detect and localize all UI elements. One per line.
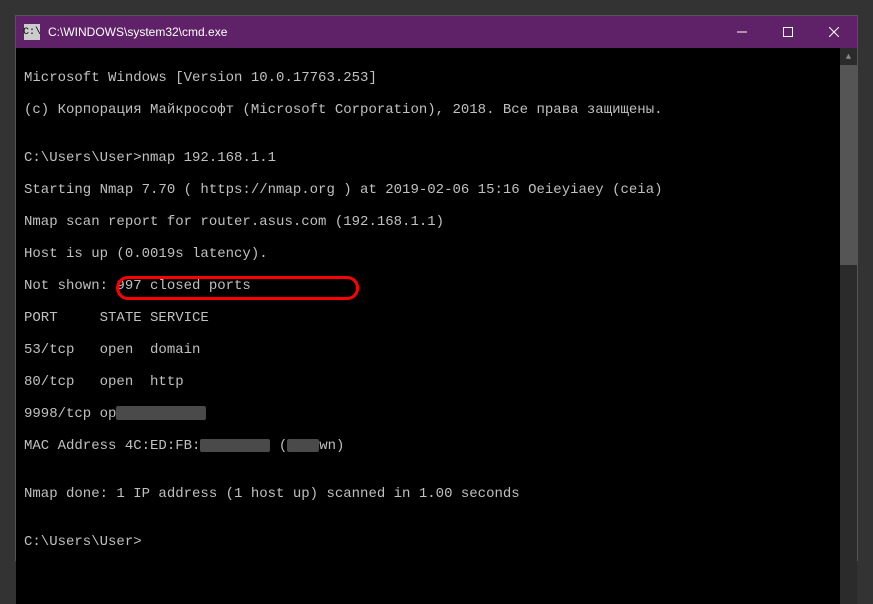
cmd-icon-label: C:\ — [23, 27, 41, 38]
output-line: Starting Nmap 7.70 ( https://nmap.org ) … — [24, 182, 832, 198]
output-line: (c) Корпорация Майкрософт (Microsoft Cor… — [24, 102, 832, 118]
redacted-vendor — [287, 439, 319, 452]
output-line: Nmap done: 1 IP address (1 host up) scan… — [24, 486, 832, 502]
prompt-line: C:\Users\User>nmap 192.168.1.1 — [24, 150, 832, 166]
prompt-prefix: C:\Users\User> — [24, 150, 142, 166]
minimize-button[interactable] — [719, 16, 765, 48]
terminal-output[interactable]: Microsoft Windows [Version 10.0.17763.25… — [16, 48, 840, 604]
mac-address-line: MAC Address 4C:ED:FB: ( wn) — [24, 438, 832, 454]
output-line: PORT STATE SERVICE — [24, 310, 832, 326]
output-line: 9998/tcp op — [24, 406, 832, 422]
scrollbar-thumb[interactable] — [840, 65, 857, 265]
vertical-scrollbar[interactable]: ▲ — [840, 48, 857, 604]
port-line-partial: 9998/tcp op — [24, 406, 116, 422]
maximize-button[interactable] — [765, 16, 811, 48]
cmd-icon: C:\ — [24, 24, 40, 40]
output-line: Microsoft Windows [Version 10.0.17763.25… — [24, 70, 832, 86]
mac-label: MAC Address — [24, 438, 116, 454]
terminal-area: Microsoft Windows [Version 10.0.17763.25… — [16, 48, 857, 604]
scrollbar-up-arrow[interactable]: ▲ — [840, 48, 857, 65]
close-button[interactable] — [811, 16, 857, 48]
output-line: 53/tcp open domain — [24, 342, 832, 358]
prompt-line: C:\Users\User> — [24, 534, 832, 550]
mac-paren-suffix: wn) — [319, 438, 344, 454]
mac-visible: 4C:ED:FB: — [116, 438, 200, 454]
output-line: Host is up (0.0019s latency). — [24, 246, 832, 262]
cmd-window: C:\ C:\WINDOWS\system32\cmd.exe Microsof… — [15, 15, 858, 561]
redacted-mac — [200, 439, 270, 452]
command-text: nmap 192.168.1.1 — [142, 150, 276, 166]
output-line: Nmap scan report for router.asus.com (19… — [24, 214, 832, 230]
output-line: Not shown: 997 closed ports — [24, 278, 832, 294]
window-title: C:\WINDOWS\system32\cmd.exe — [48, 25, 719, 39]
redacted-text — [116, 406, 206, 420]
titlebar[interactable]: C:\ C:\WINDOWS\system32\cmd.exe — [16, 16, 857, 48]
output-line: 80/tcp open http — [24, 374, 832, 390]
mac-paren-open: ( — [270, 438, 287, 454]
window-controls — [719, 16, 857, 48]
